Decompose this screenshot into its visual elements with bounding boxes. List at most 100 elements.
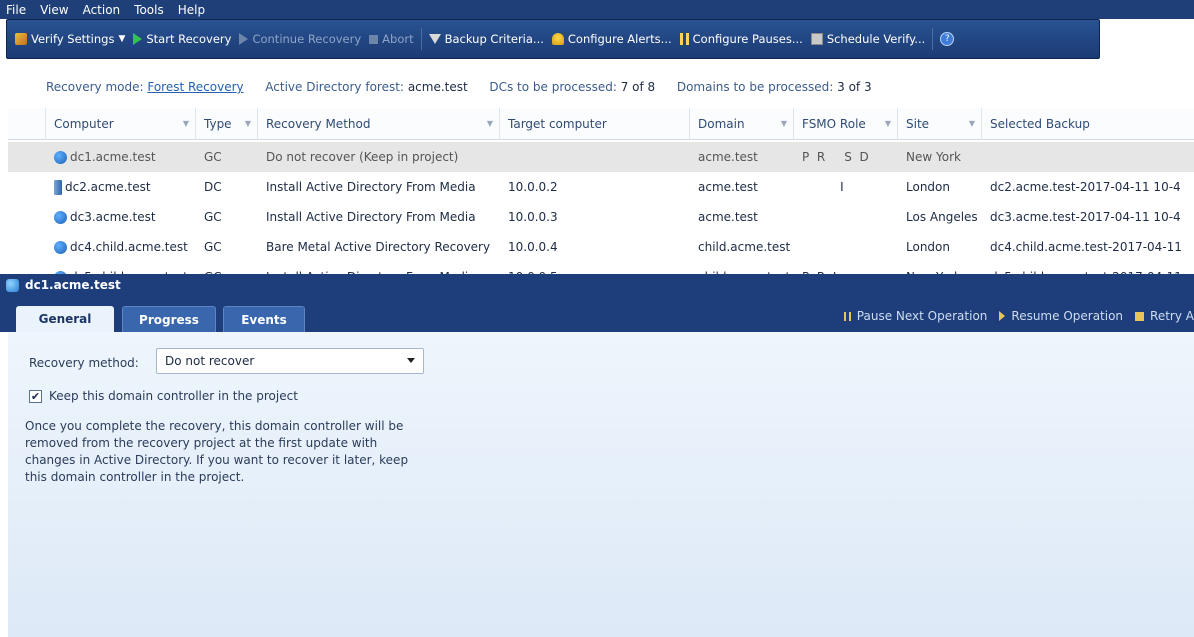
configure-pauses-label: Configure Pauses... xyxy=(692,32,803,46)
selected-backup-cell: dc4.child.acme.test-2017-04-11 xyxy=(990,240,1182,254)
chevron-down-icon: ▼ xyxy=(118,34,126,44)
column-header-label: Site xyxy=(906,117,930,131)
verify-icon xyxy=(15,33,27,45)
menu-tools[interactable]: Tools xyxy=(134,3,164,17)
recovery-mode-link[interactable]: Forest Recovery xyxy=(147,80,243,94)
globe-icon xyxy=(54,241,67,254)
menu-help[interactable]: Help xyxy=(178,3,205,17)
computer-name: dc3.acme.test xyxy=(70,210,156,224)
column-header-fsmo-role[interactable]: FSMO Role ▼ xyxy=(794,108,898,140)
dc-grid: Computer ▼ Type ▼ Recovery Method ▼ Targ… xyxy=(8,108,1194,274)
tab-events[interactable]: Events xyxy=(223,306,305,332)
table-row[interactable]: dc1.acme.test GC Do not recover (Keep in p… xyxy=(8,142,1194,172)
continue-recovery-button[interactable]: Continue Recovery xyxy=(235,27,365,51)
column-header-site[interactable]: Site ▼ xyxy=(898,108,982,140)
column-header-recovery-method[interactable]: Recovery Method ▼ xyxy=(258,108,500,140)
help-button[interactable]: ? xyxy=(936,27,962,51)
type-cell: GC xyxy=(204,240,222,254)
schedule-verify-label: Schedule Verify... xyxy=(826,32,926,46)
site-cell: New York xyxy=(906,150,961,164)
pause-next-operation-button[interactable]: Pause Next Operation xyxy=(843,309,988,323)
computer-name: dc1.acme.test xyxy=(70,150,156,164)
verify-settings-button[interactable]: Verify Settings ▼ xyxy=(11,27,129,51)
column-header-label: FSMO Role xyxy=(802,117,866,131)
recovery-method-label: Recovery method: xyxy=(29,356,139,370)
column-header-label: Recovery Method xyxy=(266,117,371,131)
menu-view[interactable]: View xyxy=(40,3,68,17)
schedule-icon xyxy=(810,33,823,45)
fsmo-role-cell: P R S D xyxy=(802,150,869,164)
table-row[interactable]: dc3.acme.test GC Install Active Directory … xyxy=(8,202,1194,232)
retry-button[interactable]: Retry A xyxy=(1135,309,1194,323)
tab-general[interactable]: General xyxy=(16,306,114,332)
domain-cell: child.acme.test xyxy=(698,240,791,254)
column-header-computer[interactable]: Computer ▼ xyxy=(46,108,196,140)
column-header-selected-backup[interactable]: Selected Backup xyxy=(982,108,1194,140)
operation-actions: Pause Next Operation Resume Operation Re… xyxy=(832,306,1194,326)
backup-criteria-button[interactable]: Backup Criteria... xyxy=(425,27,548,51)
configure-pauses-button[interactable]: Configure Pauses... xyxy=(676,27,807,51)
target-computer-cell: 10.0.0.2 xyxy=(508,180,558,194)
keep-in-project-checkbox[interactable]: ✔ xyxy=(29,390,42,403)
globe-icon xyxy=(54,211,67,224)
toolbar-separator xyxy=(420,28,422,50)
grid-header: Computer ▼ Type ▼ Recovery Method ▼ Targ… xyxy=(8,108,1194,140)
filter-icon[interactable]: ▼ xyxy=(245,119,251,128)
recovery-method-cell: Bare Metal Active Directory Recovery xyxy=(266,240,491,254)
fsmo-role-cell: I xyxy=(802,180,844,194)
server-icon xyxy=(54,179,62,195)
menu-action[interactable]: Action xyxy=(83,3,121,17)
forest-label: Active Directory forest: xyxy=(265,80,404,94)
pause-icon xyxy=(843,311,851,321)
toolbar-separator xyxy=(932,28,934,50)
pause-next-operation-label: Pause Next Operation xyxy=(856,309,988,323)
keep-in-project-label[interactable]: Keep this domain controller in the proje… xyxy=(49,389,298,403)
column-header-type[interactable]: Type ▼ xyxy=(196,108,258,140)
recovery-mode-label: Recovery mode: xyxy=(46,80,144,94)
site-cell: London xyxy=(906,180,950,194)
table-row[interactable]: dc4.child.acme.test GC Bare Metal Active D… xyxy=(8,232,1194,262)
chevron-down-icon xyxy=(407,358,415,363)
bell-icon xyxy=(551,33,564,45)
site-cell: London xyxy=(906,240,950,254)
type-cell: GC xyxy=(204,150,222,164)
play-icon xyxy=(133,33,143,45)
computer-cell: dc3.acme.test xyxy=(46,210,196,224)
main-toolbar: Verify Settings ▼ Start Recovery Continu… xyxy=(6,19,1100,59)
domain-cell: acme.test xyxy=(698,210,758,224)
schedule-verify-button[interactable]: Schedule Verify... xyxy=(807,27,929,51)
table-row[interactable]: dc2.acme.test DC Install Active Directory … xyxy=(8,172,1194,202)
column-header-label: Selected Backup xyxy=(990,117,1090,131)
target-computer-cell: 10.0.0.4 xyxy=(508,240,558,254)
resume-operation-button[interactable]: Resume Operation xyxy=(999,309,1123,323)
details-tab-strip: General Progress Events Pause Next Opera… xyxy=(0,296,1194,332)
backup-criteria-label: Backup Criteria... xyxy=(444,32,544,46)
filter-icon[interactable]: ▼ xyxy=(969,119,975,128)
tab-progress[interactable]: Progress xyxy=(122,306,216,332)
help-icon: ? xyxy=(940,32,955,46)
recovery-method-select[interactable]: Do not recover xyxy=(156,348,424,374)
column-header-label: Type xyxy=(204,117,232,131)
domain-cell: acme.test xyxy=(698,150,758,164)
domain-cell: acme.test xyxy=(698,180,758,194)
start-recovery-label: Start Recovery xyxy=(146,32,232,46)
table-row[interactable]: dc5.child.acme.testGCInstall Active Dire… xyxy=(8,262,1194,274)
details-panel-header: dc1.acme.test xyxy=(0,274,1194,296)
abort-button[interactable]: Abort xyxy=(365,27,417,51)
domain-controller-icon xyxy=(6,278,19,292)
column-header-label: Domain xyxy=(698,117,745,131)
filter-icon[interactable]: ▼ xyxy=(183,119,189,128)
filter-icon[interactable]: ▼ xyxy=(781,119,787,128)
column-header-domain[interactable]: Domain ▼ xyxy=(690,108,794,140)
filter-icon[interactable]: ▼ xyxy=(487,119,493,128)
dcs-value: 7 of 8 xyxy=(620,80,656,94)
column-header-target-computer[interactable]: Target computer xyxy=(500,108,690,140)
configure-alerts-label: Configure Alerts... xyxy=(567,32,672,46)
domains-value: 3 of 3 xyxy=(837,80,872,94)
abort-label: Abort xyxy=(382,32,414,46)
configure-alerts-button[interactable]: Configure Alerts... xyxy=(548,27,676,51)
menu-file[interactable]: File xyxy=(6,3,26,17)
start-recovery-button[interactable]: Start Recovery xyxy=(129,27,235,51)
globe-icon xyxy=(54,151,67,164)
filter-icon[interactable]: ▼ xyxy=(885,119,891,128)
